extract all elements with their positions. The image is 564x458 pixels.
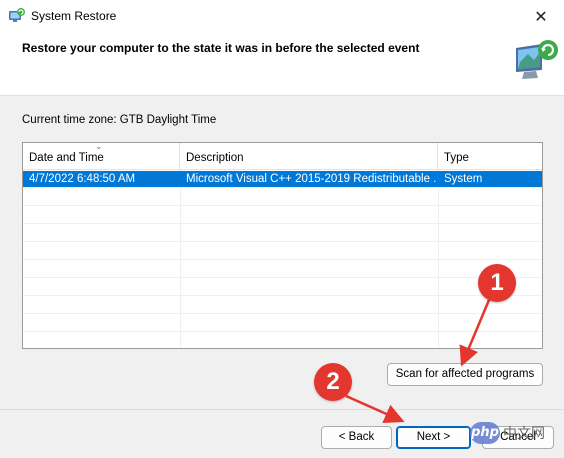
system-restore-icon bbox=[9, 8, 25, 22]
empty-row bbox=[23, 243, 542, 260]
callout-2-arrow bbox=[345, 394, 405, 424]
window-title: System Restore bbox=[31, 9, 117, 23]
callout-1: 1 bbox=[478, 264, 516, 302]
watermark-logo: php bbox=[470, 422, 500, 444]
next-button[interactable]: Next > bbox=[396, 426, 471, 449]
empty-row bbox=[23, 207, 542, 224]
column-header-description[interactable]: Description bbox=[180, 143, 438, 170]
empty-row bbox=[23, 279, 542, 296]
wizard-header: Restore your computer to the state it wa… bbox=[0, 32, 564, 96]
watermark-text: 中文网 bbox=[503, 426, 545, 442]
cell-description: Microsoft Visual C++ 2015-2019 Redistrib… bbox=[186, 173, 436, 185]
close-button[interactable]: ✕ bbox=[518, 0, 564, 32]
column-header-date[interactable]: Date and Time ⌄ bbox=[23, 143, 180, 170]
empty-row bbox=[23, 261, 542, 278]
empty-row bbox=[23, 225, 542, 242]
page-title: Restore your computer to the state it wa… bbox=[22, 41, 420, 55]
column-header-type[interactable]: Type bbox=[438, 143, 542, 170]
cell-date: 4/7/2022 6:48:50 AM bbox=[29, 173, 136, 185]
watermark: php 中文网 bbox=[470, 418, 545, 448]
timezone-label: Current time zone: GTB Daylight Time bbox=[22, 114, 217, 126]
footer-divider bbox=[0, 409, 564, 410]
restore-points-table[interactable]: Date and Time ⌄ Description Type 4/7/202… bbox=[22, 142, 543, 349]
table-header: Date and Time ⌄ Description Type bbox=[23, 143, 542, 170]
callout-2: 2 bbox=[314, 363, 352, 401]
empty-row bbox=[23, 189, 542, 206]
back-button[interactable]: < Back bbox=[321, 426, 392, 449]
title-bar: System Restore ✕ bbox=[0, 0, 564, 32]
restore-monitor-icon bbox=[516, 40, 558, 79]
column-header-type-label: Type bbox=[444, 152, 469, 164]
sort-down-arrow-icon: ⌄ bbox=[95, 142, 103, 151]
close-icon: ✕ bbox=[534, 6, 548, 26]
table-row[interactable]: 4/7/2022 6:48:50 AM Microsoft Visual C++… bbox=[23, 171, 542, 188]
cell-type: System bbox=[444, 173, 483, 185]
empty-row bbox=[23, 297, 542, 314]
scan-affected-programs-button[interactable]: Scan for affected programs bbox=[387, 363, 543, 386]
column-header-date-label: Date and Time bbox=[29, 152, 104, 164]
empty-row bbox=[23, 315, 542, 332]
column-header-description-label: Description bbox=[186, 152, 244, 164]
